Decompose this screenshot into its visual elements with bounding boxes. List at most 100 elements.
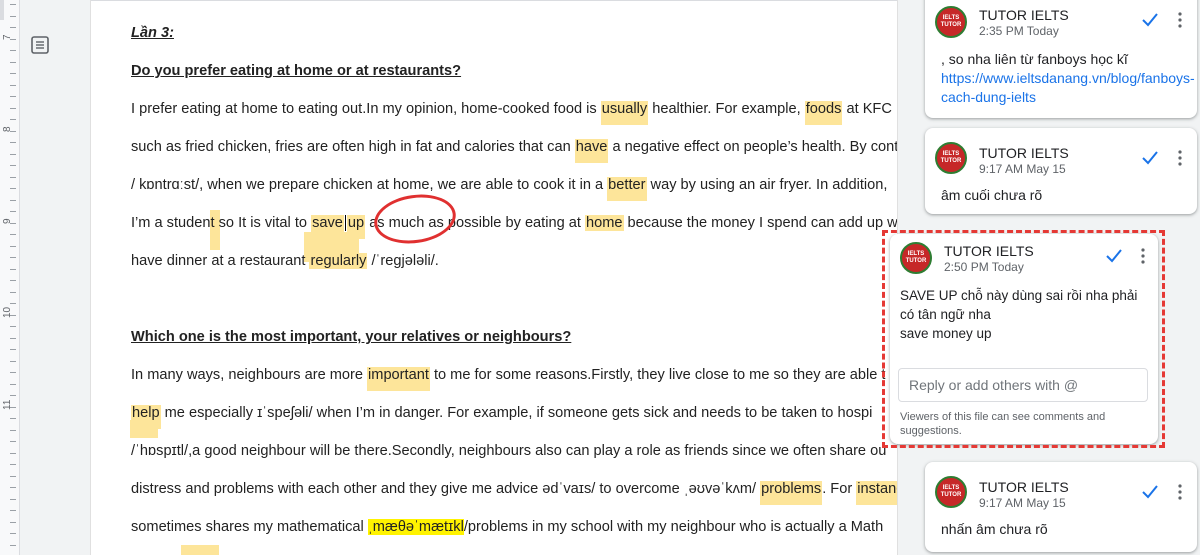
highlighted-word: instance [856,481,897,505]
ruler-tick [10,199,16,201]
ruler-tick [10,61,16,63]
ruler-tick [10,15,16,17]
comment-card[interactable]: IELTS TUTOR TUTOR IELTS 9:17 AM May 15 âm… [925,128,1197,214]
ruler-tick [10,176,16,178]
ruler-tick [10,383,16,385]
ruler-tick [10,84,16,86]
question-heading: Which one is the most important, your re… [131,329,572,345]
comment-body: âm cuối chưa rõ [941,187,1043,203]
ruler-tick [10,222,16,224]
avatar: IELTS TUTOR [935,142,967,174]
comment-time: 2:35 PM Today [979,24,1059,38]
highlighted-word: save [311,215,344,239]
ruler-tick [10,406,16,408]
document-page[interactable]: Lần 3: Do you prefer eating at home or a… [90,0,898,555]
section-label: Lần 3: [131,25,174,41]
more-options-icon[interactable] [1177,10,1183,30]
ruler-tick [10,349,16,350]
ruler-tick [10,441,16,442]
red-dashed-annotation-box [882,230,1165,448]
paragraph-line: In many ways, neighbours are more import… [131,364,885,391]
ruler-tick [10,165,16,166]
comment-card[interactable]: IELTS TUTOR TUTOR IELTS 2:35 PM Today , s… [925,0,1197,118]
paragraph-line: I prefer eating at home to eating out.In… [131,98,897,125]
ruler-tick [10,464,16,465]
ruler-tick [10,188,16,189]
ruler-tick [10,395,16,396]
highlighted-word: important [367,367,430,391]
comment-author: TUTOR IELTS [979,7,1069,23]
ruler-tick [10,291,16,293]
ruler-tick [10,245,16,247]
highlighted-word: have [574,139,609,163]
paragraph-line: /ˈhɒspɪtl/,a good neighbour will be ther… [131,443,887,459]
text-cursor [344,215,346,232]
paragraph-line: help me especially ɪˈspeʃəli/ when I’m i… [131,402,872,429]
highlighted-word: foods [804,101,843,125]
paragraph-line: distress and problems with each other an… [131,478,897,505]
ruler-tick [10,73,16,74]
highlighted-word: problems [760,481,823,505]
ruler-tick [10,475,16,477]
red-circle-annotation [371,189,459,249]
ruler-tick [10,234,16,235]
ruler-tick [10,38,16,40]
ruler-tick [10,27,16,28]
ruler-tick [10,303,16,304]
ruler-tick [10,510,16,511]
highlighted-word: up [346,215,366,239]
ruler-tick [10,498,16,500]
ruler-tick [10,418,16,419]
document-outline-icon[interactable] [30,35,50,55]
highlighted-word: regularly [309,253,368,269]
ruler-tick [10,544,16,546]
ruler-tick [10,280,16,281]
comment-author: TUTOR IELTS [979,479,1069,495]
ruler-number: 10 [2,306,13,318]
ruler-tick [10,130,16,132]
ruler-tick [10,96,16,97]
ruler-tick [10,119,16,120]
paragraph-line: have dinner at a restaurant regularly /ˈ… [131,253,439,269]
paragraph-line: sometimes shares my mathematical ˌmæθəˈm… [131,519,884,535]
highlighted-word: ˌmæθəˈmætɪkl [367,519,464,535]
ruler-tick [10,257,16,258]
question-heading: Do you prefer eating at home or at resta… [131,63,462,79]
ruler-tick [10,521,16,523]
ruler-tick [10,337,16,339]
ruler-tick [10,452,16,454]
highlighted-word: home [584,215,624,231]
ruler-tick [10,360,16,362]
paragraph-line: I’m a student so It is vital to save up a… [131,212,897,239]
ruler-tick [10,487,16,488]
avatar: IELTS TUTOR [935,6,967,38]
resolve-check-icon[interactable] [1140,482,1160,502]
ruler-tick [10,153,16,155]
more-options-icon[interactable] [1177,482,1183,502]
paragraph-line: such as fried chicken, fries are often h… [131,136,897,163]
highlighted-word: better [607,177,647,201]
resolve-check-icon[interactable] [1140,148,1160,168]
ruler-tick [10,372,16,373]
highlight-mark [181,545,219,555]
ruler-tick [10,50,16,51]
comment-time: 9:17 AM May 15 [979,496,1066,510]
vertical-ruler[interactable]: 7 8 9 10 11 [0,0,20,555]
comment-time: 9:17 AM May 15 [979,162,1066,176]
paragraph-line: / kɒntrɑːst/, when we prepare chicken at… [131,174,887,201]
ruler-tick [10,533,16,534]
avatar: IELTS TUTOR [935,476,967,508]
comment-link[interactable]: https://www.ieltsdanang.vn/blog/fanboys-… [941,70,1195,105]
resolve-check-icon[interactable] [1140,10,1160,30]
ruler-number: 11 [2,399,13,410]
ruler-tick [10,429,16,431]
more-options-icon[interactable] [1177,148,1183,168]
ruler-tick [10,142,16,143]
comment-body: , so nha liên từ fanboys học kĩ https://… [941,51,1195,105]
ruler-tick [10,268,16,270]
comment-body: nhấn âm chưa rõ [941,521,1048,537]
highlighted-word: help [131,405,161,429]
ruler-margin-marker[interactable] [0,0,4,20]
comment-card[interactable]: IELTS TUTOR TUTOR IELTS 9:17 AM May 15 nh… [925,462,1197,552]
highlighted-word: usually [600,101,649,125]
